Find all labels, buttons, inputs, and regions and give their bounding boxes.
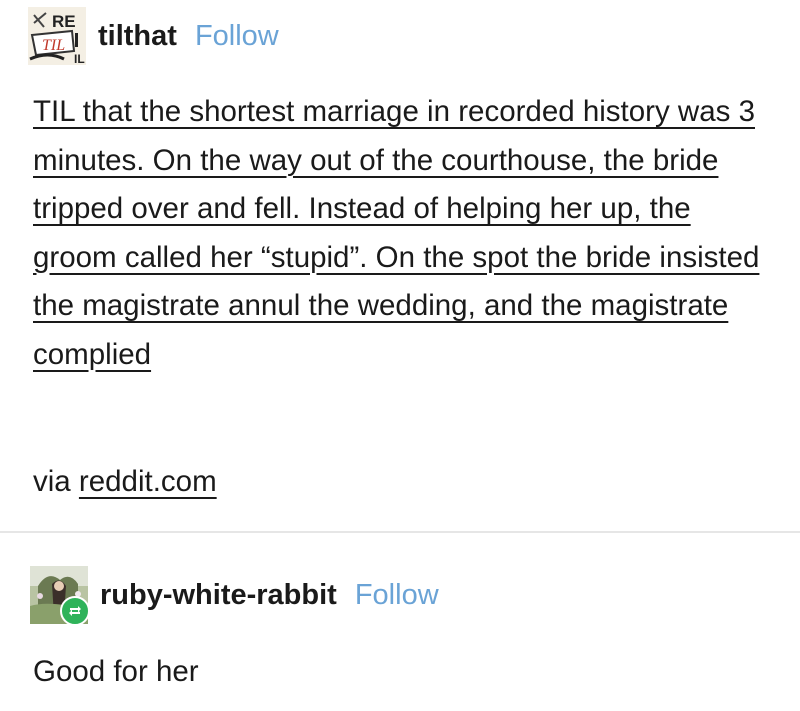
post-body-link[interactable]: TIL that the shortest marriage in record…	[33, 95, 759, 371]
til-logo-icon: RE TIL IL	[28, 7, 86, 65]
svg-text:RE: RE	[52, 12, 76, 31]
avatar-til-text: TIL	[42, 37, 65, 54]
post-body: TIL that the shortest marriage in record…	[33, 88, 773, 379]
reblog-header: ruby-white-rabbit Follow	[30, 565, 439, 626]
post-divider	[0, 531, 800, 533]
via-prefix: via	[33, 465, 71, 498]
reblog-comment: Good for her	[33, 655, 199, 688]
ruby-white-rabbit-avatar[interactable]	[30, 566, 90, 626]
ruby-white-rabbit-follow-button[interactable]: Follow	[355, 579, 439, 612]
ruby-white-rabbit-username[interactable]: ruby-white-rabbit	[100, 579, 337, 612]
via-reddit-link[interactable]: reddit.com	[79, 465, 217, 498]
tilthat-follow-button[interactable]: Follow	[195, 20, 279, 53]
tilthat-avatar[interactable]: RE TIL IL	[28, 7, 86, 65]
post-source: via reddit.com	[33, 460, 217, 504]
post-header: RE TIL IL tilthat Follow	[28, 6, 279, 66]
reblog-icon	[60, 596, 90, 626]
svg-text:IL: IL	[74, 52, 85, 65]
tilthat-username[interactable]: tilthat	[98, 20, 177, 53]
